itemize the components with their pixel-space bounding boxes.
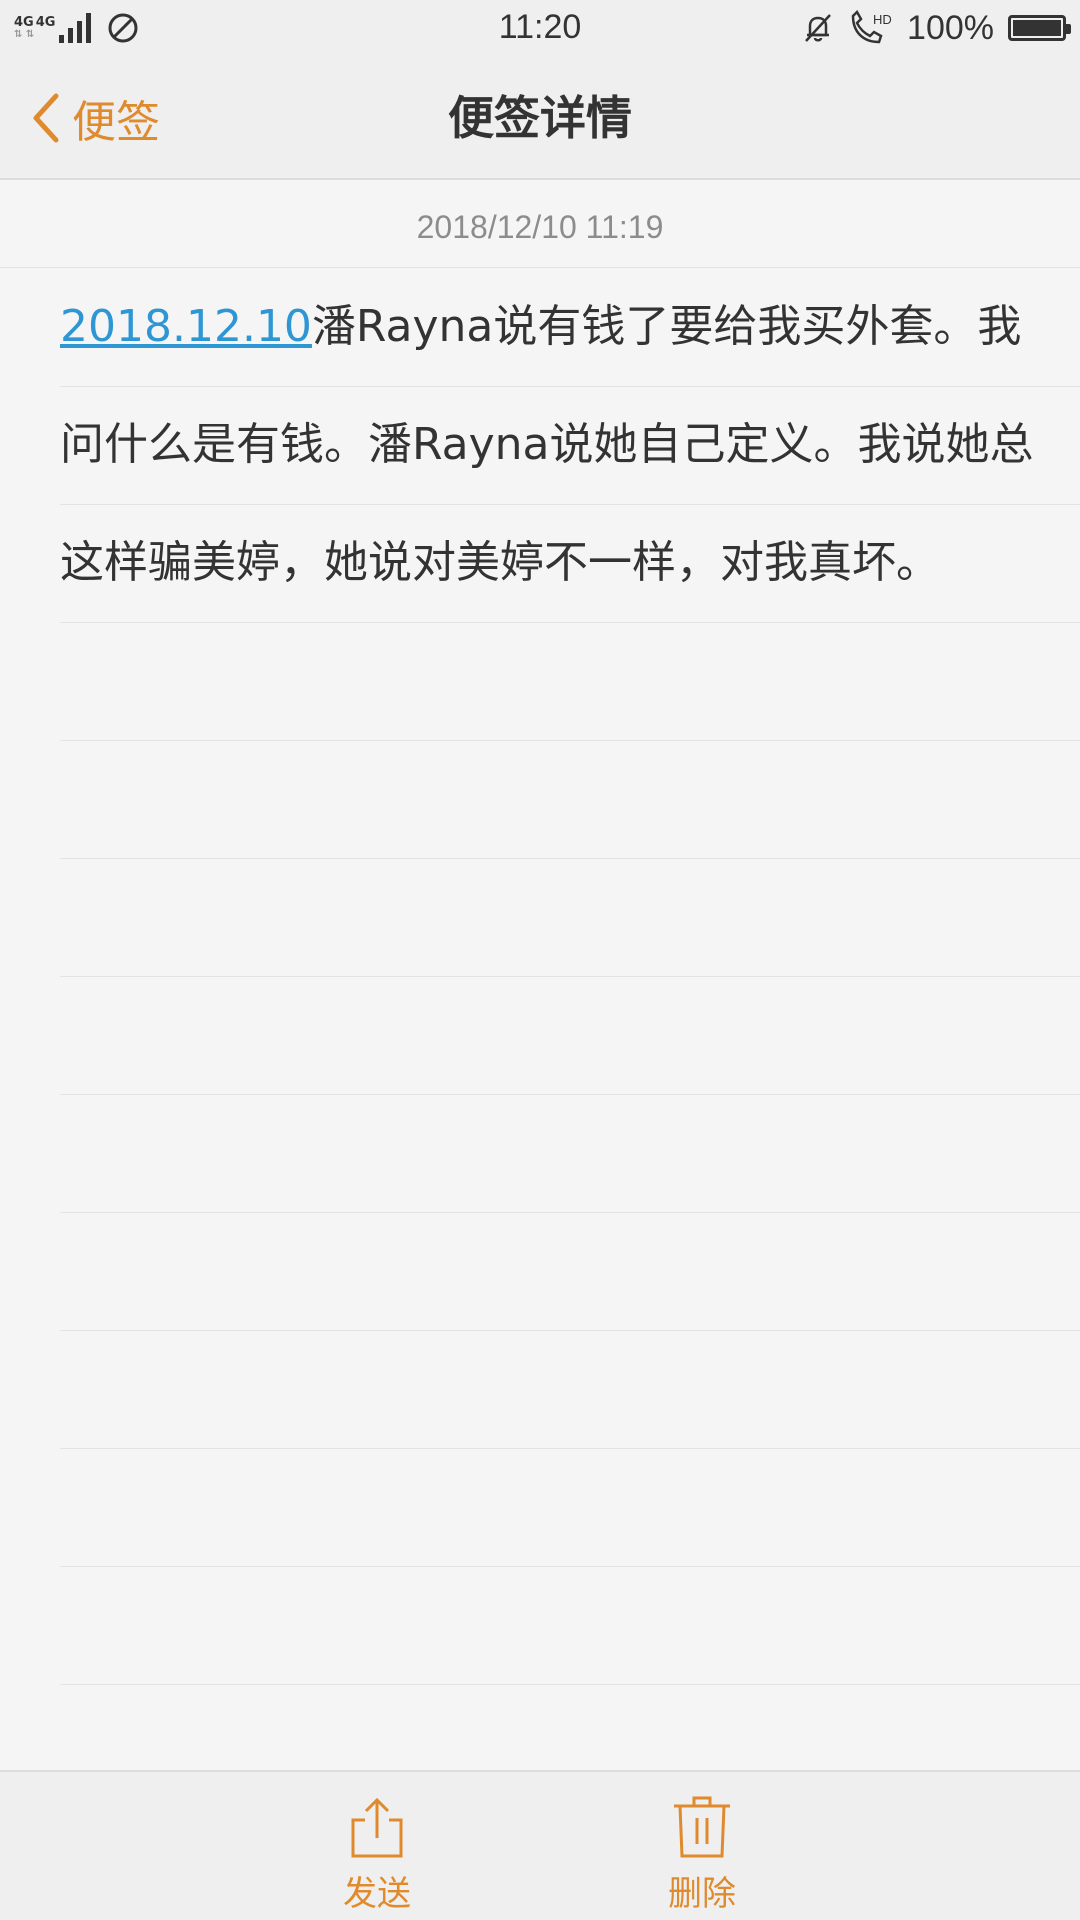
- page-title: 便签详情: [448, 91, 632, 145]
- back-label: 便签: [72, 97, 160, 148]
- status-bar: 4G 4G ⇅ ⇅ 11:20 HD 100%: [0, 0, 1080, 56]
- hd-call-icon: HD: [851, 10, 892, 44]
- trash-icon: [674, 1796, 730, 1858]
- ruled-line: [60, 1566, 1080, 1567]
- ruled-line: [60, 976, 1080, 977]
- ruled-line: [60, 1330, 1080, 1331]
- battery-icon: [1008, 15, 1071, 41]
- send-button[interactable]: 发送: [277, 1772, 477, 1920]
- delete-button[interactable]: 删除: [602, 1772, 802, 1920]
- back-button[interactable]: 便签: [30, 56, 160, 180]
- mute-bell-icon: [805, 14, 831, 42]
- note-body[interactable]: 2018.12.10潘Rayna说有钱了要给我买外套。我问什么是有钱。潘Rayn…: [60, 268, 1060, 622]
- chevron-left-icon: [33, 93, 59, 143]
- ruled-line: [60, 1684, 1080, 1685]
- nav-bar: 便签 便签详情: [0, 56, 1080, 180]
- bottom-toolbar: 发送 删除: [0, 1770, 1080, 1920]
- ruled-line: [60, 1212, 1080, 1213]
- ruled-line: [60, 1448, 1080, 1449]
- send-label: 发送: [343, 1874, 411, 1914]
- share-icon: [351, 1797, 403, 1858]
- status-right: HD 100%: [801, 8, 1071, 48]
- note-timestamp: 2018/12/10 11:19: [0, 182, 1080, 268]
- svg-text:HD: HD: [873, 12, 892, 27]
- ruled-line: [60, 622, 1080, 623]
- note-content-area[interactable]: 2018.12.10潘Rayna说有钱了要给我买外套。我问什么是有钱。潘Rayn…: [0, 268, 1080, 1770]
- ruled-line: [60, 858, 1080, 859]
- battery-percent: 100%: [907, 8, 994, 47]
- ruled-line: [60, 740, 1080, 741]
- delete-label: 删除: [668, 1874, 736, 1914]
- date-link[interactable]: 2018.12.10: [60, 301, 312, 352]
- ruled-line: [60, 1094, 1080, 1095]
